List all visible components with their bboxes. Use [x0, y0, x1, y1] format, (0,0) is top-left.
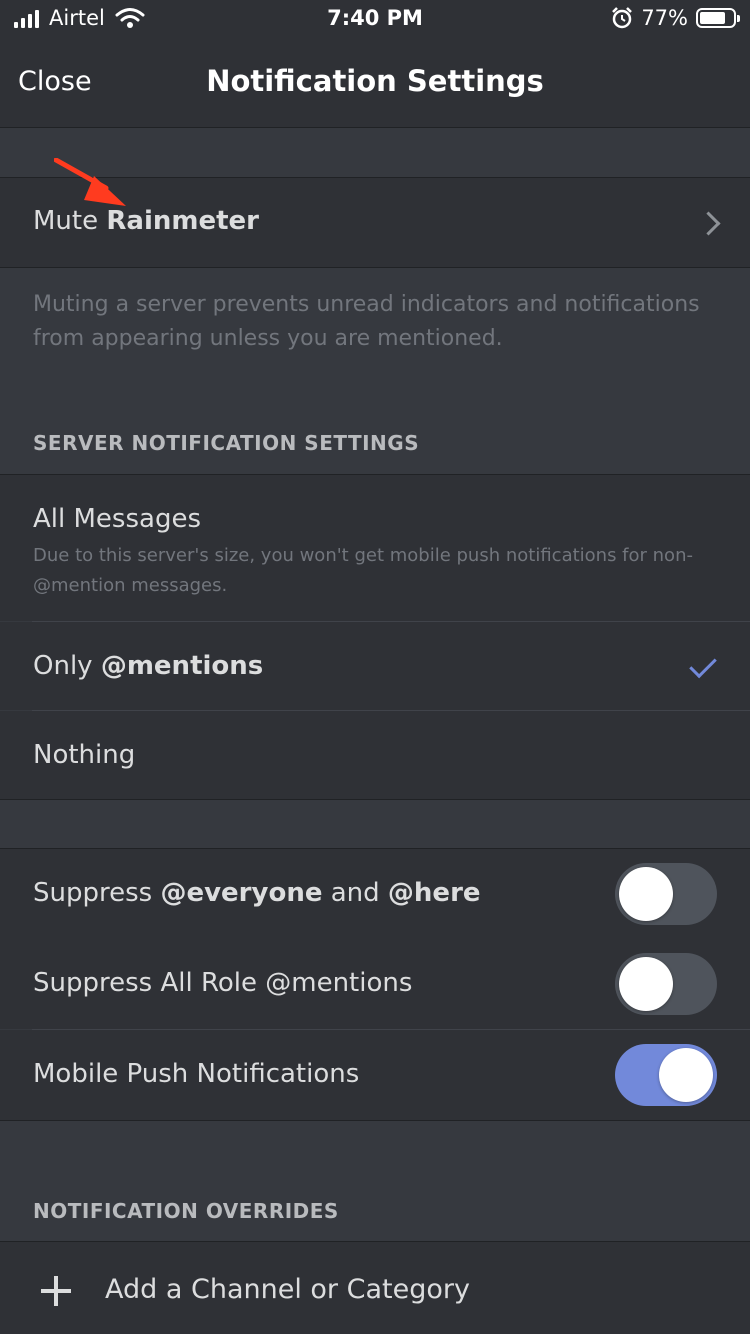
nav-bar: Close Notification Settings: [0, 40, 750, 128]
page-title: Notification Settings: [206, 64, 544, 98]
option-only-mentions[interactable]: Only @mentions: [0, 622, 750, 710]
option-label: Nothing: [33, 740, 136, 770]
mute-help-text: Muting a server prevents unread indicato…: [33, 292, 700, 351]
battery-percent: 77%: [641, 6, 688, 30]
mute-prefix: Mute: [33, 206, 107, 236]
suppress-everyone-row: Suppress @everyone and @here: [0, 849, 750, 939]
plus-icon: [41, 1276, 71, 1306]
option-nothing[interactable]: Nothing: [0, 711, 750, 799]
toggle-label: Suppress All Role @mentions: [33, 968, 413, 998]
option-label: All Messages: [33, 504, 201, 534]
add-channel-row[interactable]: Add a Channel or Category: [0, 1242, 750, 1334]
battery-icon: [696, 8, 740, 28]
status-bar: Airtel 7:40 PM 77%: [0, 0, 750, 40]
option-sub-text: Due to this server's size, you won't get…: [33, 545, 693, 596]
chevron-right-icon: [696, 211, 721, 236]
close-button[interactable]: Close: [18, 66, 92, 97]
suppress-everyone-toggle[interactable]: [615, 863, 717, 925]
option-label-prefix: Only: [33, 651, 101, 681]
add-channel-label: Add a Channel or Category: [105, 1274, 470, 1305]
notification-overrides-header: NOTIFICATION OVERRIDES: [33, 1199, 339, 1223]
alarm-icon: [612, 7, 633, 29]
suppress-role-mentions-toggle[interactable]: [615, 953, 717, 1015]
option-label-bold: @mentions: [100, 651, 264, 681]
server-name: Rainmeter: [106, 206, 259, 236]
checkmark-icon: [689, 650, 717, 679]
suppress-role-mentions-row: Suppress All Role @mentions: [0, 939, 750, 1029]
mobile-push-row: Mobile Push Notifications: [0, 1030, 750, 1120]
toggle-label: Mobile Push Notifications: [33, 1059, 360, 1089]
option-all-messages[interactable]: All Messages Due to this server's size, …: [0, 475, 750, 621]
mobile-push-toggle[interactable]: [615, 1044, 717, 1106]
annotation-arrow-icon: [54, 158, 126, 206]
server-notification-header: SERVER NOTIFICATION SETTINGS: [33, 431, 420, 455]
